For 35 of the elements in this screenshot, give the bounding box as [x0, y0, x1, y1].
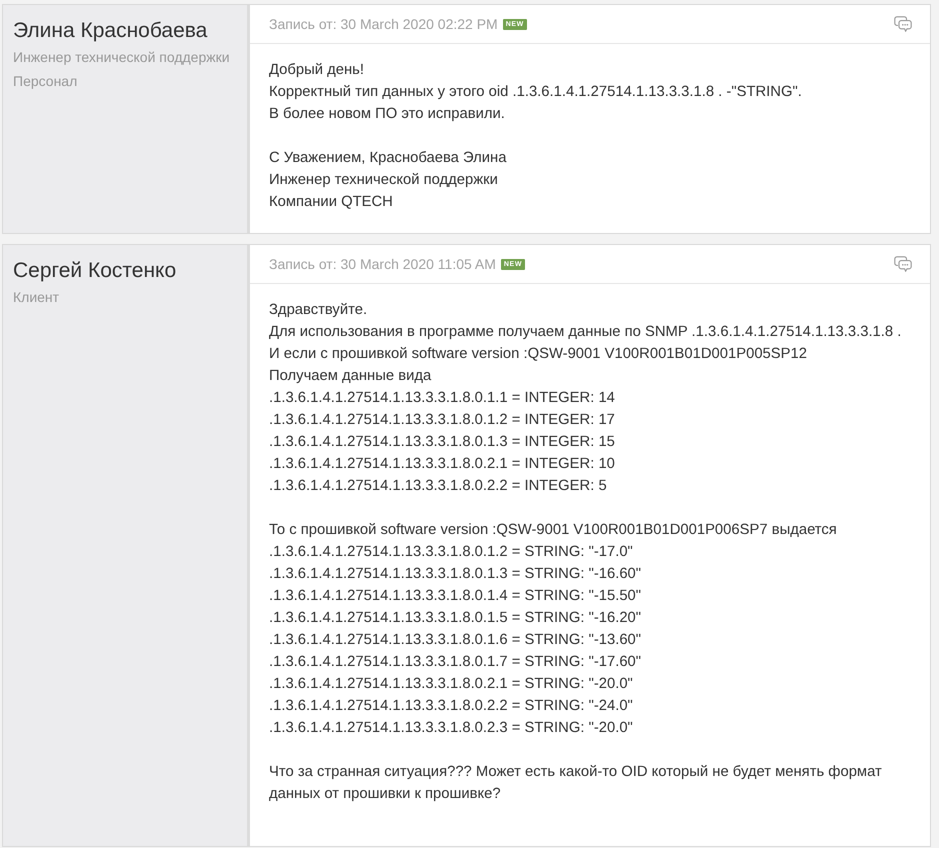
message-line: .1.3.6.1.4.1.27514.1.13.3.3.1.8.0.1.3 = INTEGER: 15	[269, 433, 616, 452]
message-line: .1.3.6.1.4.1.27514.1.13.3.3.1.8.0.2.1 = INTEGER: 10	[269, 455, 616, 474]
message-line: И если с прошивкой software version :QSW-9001 V100R001B01D001P005SP12	[269, 345, 808, 364]
message-line: .1.3.6.1.4.1.27514.1.13.3.3.1.8.0.2.2 = STRING: "-24.0"	[269, 697, 634, 716]
author-role: Инженер технической поддержки	[13, 48, 231, 67]
message-line: Добрый день!	[269, 61, 365, 80]
message-line: С Уважением, Краснобаева Элина	[269, 149, 508, 168]
message-line: .1.3.6.1.4.1.27514.1.13.3.3.1.8.0.2.3 = STRING: "-20.0"	[269, 719, 634, 738]
post-date: Запись от: 30 March 2020 02:22 PM	[269, 16, 498, 32]
message-line: Для использования в программе получаем данные по SNMP .1.3.6.1.4.1.27514.1.13.3.3.1.8 .	[269, 323, 902, 342]
post-date: Запись от: 30 March 2020 11:05 AM	[269, 256, 496, 272]
message-line: .1.3.6.1.4.1.27514.1.13.3.3.1.8.0.1.5 = STRING: "-16.20"	[269, 609, 642, 628]
author-name: Сергей Костенко	[13, 258, 178, 284]
message-line: .1.3.6.1.4.1.27514.1.13.3.3.1.8.0.2.1 = STRING: "-20.0"	[269, 675, 634, 694]
message-line: Что за странная ситуация??? Может есть какой-то OID который не будет менять формат данных от прошивки к прошивке?	[269, 763, 883, 804]
author-role: Персонал	[13, 72, 78, 91]
message-line: Компании QTECH	[269, 193, 394, 212]
message-line: .1.3.6.1.4.1.27514.1.13.3.3.1.8.0.1.6 = STRING: "-13.60"	[269, 631, 642, 650]
message-line: .1.3.6.1.4.1.27514.1.13.3.3.1.8.0.1.4 = STRING: "-15.50"	[269, 587, 642, 606]
message-line: .1.3.6.1.4.1.27514.1.13.3.3.1.8.0.1.7 = STRING: "-17.60"	[269, 653, 642, 672]
message-line: .1.3.6.1.4.1.27514.1.13.3.3.1.8.0.2.2 = INTEGER: 5	[269, 477, 608, 496]
message-line: .1.3.6.1.4.1.27514.1.13.3.3.1.8.0.1.1 = INTEGER: 14	[269, 389, 616, 408]
comment-icon[interactable]	[894, 16, 912, 32]
author-name: Элина Краснобаева	[13, 18, 208, 44]
message-line: .1.3.6.1.4.1.27514.1.13.3.3.1.8.0.1.3 = STRING: "-16.60"	[269, 565, 642, 584]
message-line: .1.3.6.1.4.1.27514.1.13.3.3.1.8.0.1.2 = INTEGER: 17	[269, 411, 616, 430]
message-line: Получаем данные вида	[269, 367, 432, 386]
message-line: В более новом ПО это исправили.	[269, 105, 506, 124]
comment-icon[interactable]	[894, 256, 912, 272]
message-line: Здравствуйте.	[269, 301, 368, 320]
author-role: Клиент	[13, 288, 60, 307]
message-line: .1.3.6.1.4.1.27514.1.13.3.3.1.8.0.1.2 = STRING: "-17.0"	[269, 543, 634, 562]
message-line: То с прошивкой software version :QSW-9001 V100R001B01D001P006SP7 выдается	[269, 521, 838, 540]
message-line: Инженер технической поддержки	[269, 171, 499, 190]
message-line: Корректный тип данных у этого oid .1.3.6.1.4.1.27514.1.13.3.3.1.8 . -"STRING".	[269, 83, 803, 102]
